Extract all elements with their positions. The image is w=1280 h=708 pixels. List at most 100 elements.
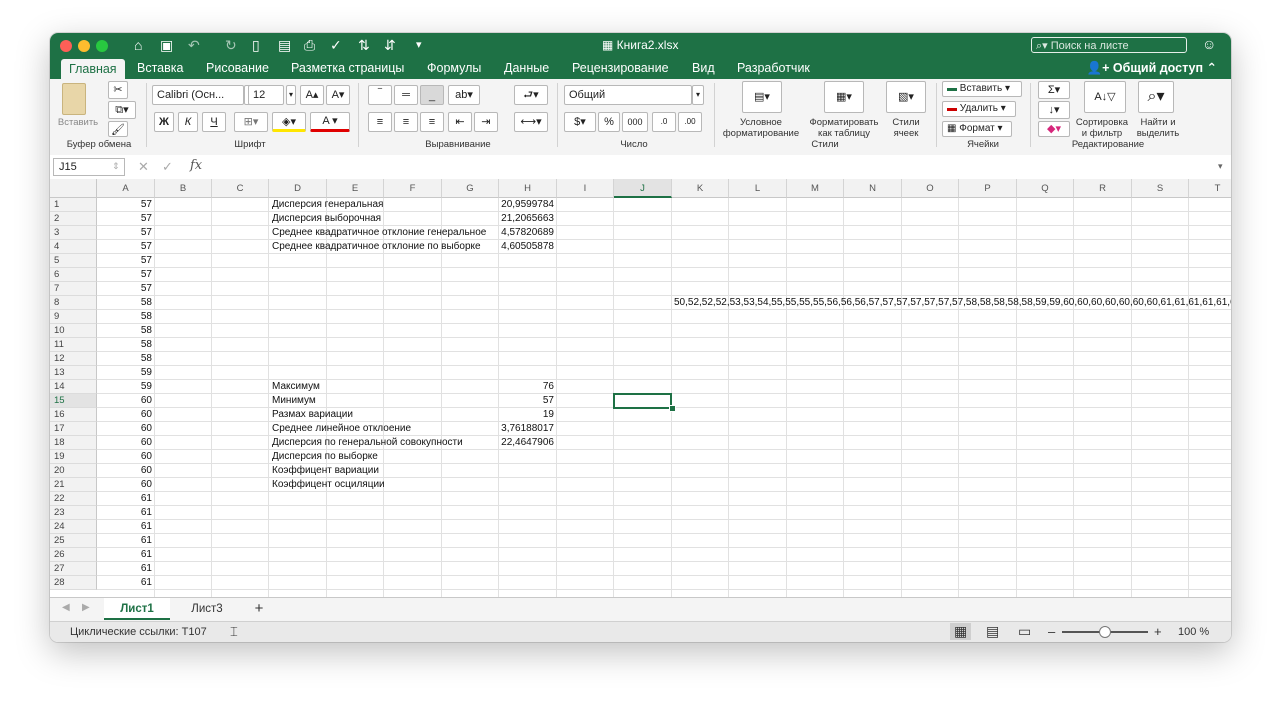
cell-h15[interactable]: 57	[499, 394, 554, 408]
cell-a22[interactable]: 61	[97, 492, 152, 506]
conditional-formatting-icon[interactable]: ▤▾	[742, 81, 782, 113]
cell-styles-icon[interactable]: ▧▾	[886, 81, 926, 113]
sort-ascending-icon[interactable]: ⇅	[358, 36, 370, 54]
row-header-3[interactable]: 3	[50, 226, 97, 240]
sheet-tab-1[interactable]: Лист1	[104, 598, 170, 620]
row-header-9[interactable]: 9	[50, 310, 97, 324]
column-header-h[interactable]: H	[499, 179, 557, 198]
fill-handle[interactable]	[669, 405, 676, 412]
column-header-s[interactable]: S	[1132, 179, 1189, 198]
cell-d16[interactable]: Размах вариации	[272, 408, 353, 422]
column-header-a[interactable]: A	[97, 179, 155, 198]
cell-d15[interactable]: Минимум	[272, 394, 316, 408]
autosum-icon[interactable]: Σ▾	[1038, 81, 1070, 99]
sort-filter-icon[interactable]: A↓▽	[1084, 81, 1126, 113]
cell-d18[interactable]: Дисперсия по генеральной совокупности	[272, 436, 463, 450]
cell-d4[interactable]: Среднее квадратичное отклоние по выборке	[272, 240, 481, 254]
column-header-o[interactable]: O	[902, 179, 959, 198]
increase-font-size-icon[interactable]: A▴	[300, 85, 324, 105]
cell-a14[interactable]: 59	[97, 380, 152, 394]
tab-data[interactable]: Данные	[504, 60, 549, 76]
cell-a27[interactable]: 61	[97, 562, 152, 576]
page-layout-view-icon[interactable]: ▤	[986, 623, 999, 640]
cell-h1[interactable]: 20,9599784	[499, 198, 554, 212]
column-header-b[interactable]: B	[155, 179, 212, 198]
merge-cells-icon[interactable]: ⟷▾	[514, 112, 548, 132]
open-icon[interactable]: ▤	[278, 36, 291, 54]
delete-cells-button[interactable]: ▬ Удалить ▾	[942, 101, 1016, 117]
cell-a4[interactable]: 57	[97, 240, 152, 254]
cell-a5[interactable]: 57	[97, 254, 152, 268]
row-header-15[interactable]: 15	[50, 394, 97, 408]
decrease-indent-icon[interactable]: ⇤	[448, 112, 472, 132]
accessibility-icon[interactable]: ⌶	[230, 624, 238, 640]
row-header-27[interactable]: 27	[50, 562, 97, 576]
spelling-icon[interactable]: ✓	[330, 36, 342, 54]
underline-button[interactable]: Ч	[202, 112, 226, 132]
cell-a1[interactable]: 57	[97, 198, 152, 212]
row-header-19[interactable]: 19	[50, 450, 97, 464]
new-document-icon[interactable]: ▯	[252, 36, 260, 54]
home-icon[interactable]: ⌂	[134, 36, 142, 54]
zoom-window-button[interactable]	[96, 40, 108, 52]
cell-d21[interactable]: Коэффицент осциляции	[272, 478, 385, 492]
cell-d19[interactable]: Дисперсия по выборке	[272, 450, 378, 464]
cell-a21[interactable]: 60	[97, 478, 152, 492]
cell-h17[interactable]: 3,76188017	[499, 422, 554, 436]
row-header-21[interactable]: 21	[50, 478, 97, 492]
column-header-q[interactable]: Q	[1017, 179, 1074, 198]
copy-icon[interactable]: ⧉▾	[108, 101, 136, 119]
column-header-n[interactable]: N	[844, 179, 902, 198]
column-header-d[interactable]: D	[269, 179, 327, 198]
cell-a28[interactable]: 61	[97, 576, 152, 590]
tab-draw[interactable]: Рисование	[206, 60, 269, 76]
cut-icon[interactable]: ✂	[108, 81, 128, 99]
cell-a18[interactable]: 60	[97, 436, 152, 450]
bold-button[interactable]: Ж	[154, 112, 174, 132]
insert-cells-button[interactable]: ▬ Вставить ▾	[942, 81, 1022, 97]
add-sheet-button[interactable]: +	[246, 598, 272, 620]
row-header-10[interactable]: 10	[50, 324, 97, 338]
chevron-down-icon[interactable]: ▾	[286, 85, 296, 105]
format-as-table-label[interactable]: Форматировать как таблицу	[802, 117, 886, 139]
save-icon[interactable]: ▣	[160, 36, 173, 54]
column-header-e[interactable]: E	[327, 179, 384, 198]
expand-formula-bar-icon[interactable]: ▾	[1218, 161, 1223, 172]
feedback-smiley-icon[interactable]: ☺	[1202, 36, 1216, 52]
cell-a11[interactable]: 58	[97, 338, 152, 352]
row-header-6[interactable]: 6	[50, 268, 97, 282]
row-header-13[interactable]: 13	[50, 366, 97, 380]
insert-function-icon[interactable]: fx	[190, 158, 202, 173]
align-bottom-icon[interactable]: _	[420, 85, 444, 105]
column-header-i[interactable]: I	[557, 179, 614, 198]
align-top-icon[interactable]: ‾	[368, 85, 392, 105]
row-header-14[interactable]: 14	[50, 380, 97, 394]
cell-k8[interactable]: 50,52,52,52,53,53,54,55,55,55,55,56,56,5…	[674, 296, 1231, 310]
row-header-4[interactable]: 4	[50, 240, 97, 254]
row-header-18[interactable]: 18	[50, 436, 97, 450]
decrease-font-size-icon[interactable]: A▾	[326, 85, 350, 105]
column-header-k[interactable]: K	[672, 179, 729, 198]
confirm-check-icon[interactable]: ✓	[162, 159, 173, 175]
increase-decimal-icon[interactable]: .0	[652, 112, 676, 132]
cell-h18[interactable]: 22,4647906	[499, 436, 554, 450]
cell-d17[interactable]: Среднее линейное отклоение	[272, 422, 411, 436]
percent-button[interactable]: %	[598, 112, 620, 132]
cell-a19[interactable]: 60	[97, 450, 152, 464]
print-icon[interactable]: ⎙	[304, 36, 315, 54]
cell-a9[interactable]: 58	[97, 310, 152, 324]
tab-insert[interactable]: Вставка	[137, 60, 183, 76]
currency-icon[interactable]: $▾	[564, 112, 596, 132]
column-header-p[interactable]: P	[959, 179, 1017, 198]
tab-page-layout[interactable]: Разметка страницы	[291, 60, 404, 76]
selected-cell-j15[interactable]	[613, 393, 672, 409]
row-header-5[interactable]: 5	[50, 254, 97, 268]
cell-h21[interactable]	[499, 478, 554, 492]
row-header-22[interactable]: 22	[50, 492, 97, 506]
cell-a23[interactable]: 61	[97, 506, 152, 520]
column-header-r[interactable]: R	[1074, 179, 1132, 198]
cell-h16[interactable]: 19	[499, 408, 554, 422]
row-header-16[interactable]: 16	[50, 408, 97, 422]
row-header-8[interactable]: 8	[50, 296, 97, 310]
row-header-25[interactable]: 25	[50, 534, 97, 548]
